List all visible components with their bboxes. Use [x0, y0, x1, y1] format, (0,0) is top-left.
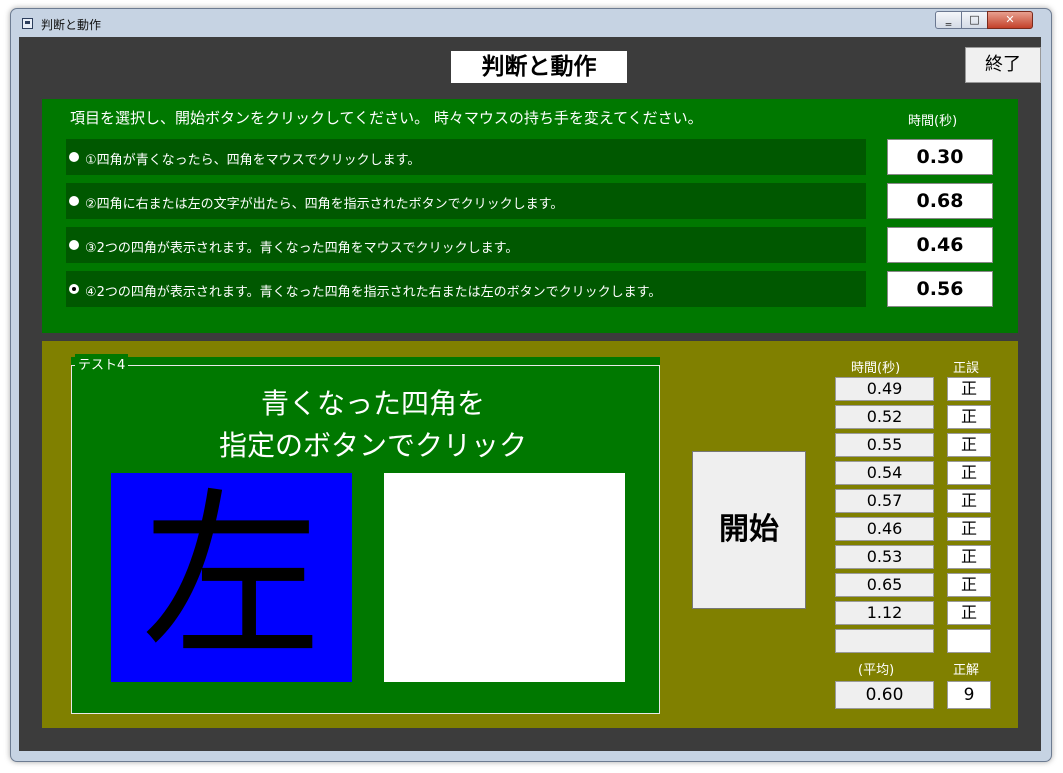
client-area: 判断と動作 終了 項目を選択し、開始ボタンをクリックしてください。 時々マウスの… [19, 37, 1041, 751]
option-3[interactable]: ③2つの四角が表示されます。青くなった四角をマウスでクリックします。 [66, 227, 866, 263]
title-bar[interactable]: 判断と動作 ‗ □ ✕ [11, 9, 1051, 37]
app-title: 判断と動作 [451, 51, 627, 83]
results-time-header: 時間(秒) [851, 361, 901, 376]
result-time-8: 0.65 [835, 573, 934, 597]
result-mark-10 [947, 629, 991, 653]
close-button[interactable]: ✕ [987, 11, 1033, 29]
result-time-5: 0.57 [835, 489, 934, 513]
option-4-time: 0.56 [887, 271, 993, 307]
start-button[interactable]: 開始 [692, 451, 806, 609]
result-time-1: 0.49 [835, 377, 934, 401]
correct-count-label: 正解 [953, 663, 980, 678]
option-1-label: ①四角が青くなったら、四角をマウスでクリックします。 [85, 153, 421, 168]
option-4[interactable]: ④2つの四角が表示されます。青くなった四角を指示された右または左のボタンでクリッ… [66, 271, 866, 307]
app-window: 判断と動作 ‗ □ ✕ 判断と動作 終了 項目を選択し、開始ボタンをクリックして… [10, 8, 1052, 762]
option-4-radio[interactable] [69, 284, 79, 294]
option-3-time: 0.46 [887, 227, 993, 263]
average-label: (平均) [858, 663, 895, 678]
result-mark-4: 正 [947, 461, 991, 485]
instruction-text: 項目を選択し、開始ボタンをクリックしてください。 時々マウスの持ち手を変えてくだ… [70, 109, 703, 127]
result-mark-5: 正 [947, 489, 991, 513]
result-mark-6: 正 [947, 517, 991, 541]
result-time-7: 0.53 [835, 545, 934, 569]
left-square-char: 左 [141, 473, 322, 682]
prompt-line-1: 青くなった四角を [260, 387, 485, 420]
result-mark-2: 正 [947, 405, 991, 429]
option-1-time: 0.30 [887, 139, 993, 175]
result-time-3: 0.55 [835, 433, 934, 457]
option-1-radio[interactable] [69, 152, 79, 162]
result-time-6: 0.46 [835, 517, 934, 541]
correct-count-value: 9 [947, 681, 991, 709]
average-value: 0.60 [835, 681, 934, 709]
option-3-radio[interactable] [69, 240, 79, 250]
result-mark-1: 正 [947, 377, 991, 401]
result-time-2: 0.52 [835, 405, 934, 429]
quit-button[interactable]: 終了 [965, 47, 1041, 83]
test-legend: テスト4 [75, 354, 129, 373]
result-time-10 [835, 629, 934, 653]
result-mark-7: 正 [947, 545, 991, 569]
minimize-button[interactable]: ‗ [935, 11, 962, 29]
option-1[interactable]: ①四角が青くなったら、四角をマウスでクリックします。 [66, 139, 866, 175]
maximize-button[interactable]: □ [961, 11, 988, 29]
option-2-label: ②四角に右または左の文字が出たら、四角を指示されたボタンでクリックします。 [85, 197, 564, 212]
test-prompt: 青くなった四角を 指定のボタンでクリック [71, 383, 675, 467]
selection-panel: 項目を選択し、開始ボタンをクリックしてください。 時々マウスの持ち手を変えてくだ… [42, 99, 1018, 333]
result-time-9: 1.12 [835, 601, 934, 625]
option-2-radio[interactable] [69, 196, 79, 206]
result-mark-8: 正 [947, 573, 991, 597]
best-time-header: 時間(秒) [908, 114, 958, 129]
option-4-label: ④2つの四角が表示されます。青くなった四角を指示された右または左のボタンでクリッ… [85, 285, 662, 300]
test-panel: テスト4 青くなった四角を 指定のボタンでクリック 左 開始 時間(秒) 正誤 … [42, 341, 1018, 728]
prompt-line-2: 指定のボタンでクリック [218, 429, 527, 462]
test-frame: テスト4 青くなった四角を 指定のボタンでクリック 左 [71, 354, 660, 714]
app-icon [22, 18, 33, 29]
right-square[interactable] [384, 473, 625, 682]
result-mark-3: 正 [947, 433, 991, 457]
result-time-4: 0.54 [835, 461, 934, 485]
option-2-time: 0.68 [887, 183, 993, 219]
results-correct-header: 正誤 [953, 361, 980, 376]
window-title: 判断と動作 [41, 18, 102, 32]
left-square[interactable]: 左 [111, 473, 352, 682]
result-mark-9: 正 [947, 601, 991, 625]
option-2[interactable]: ②四角に右または左の文字が出たら、四角を指示されたボタンでクリックします。 [66, 183, 866, 219]
option-3-label: ③2つの四角が表示されます。青くなった四角をマウスでクリックします。 [85, 241, 519, 256]
